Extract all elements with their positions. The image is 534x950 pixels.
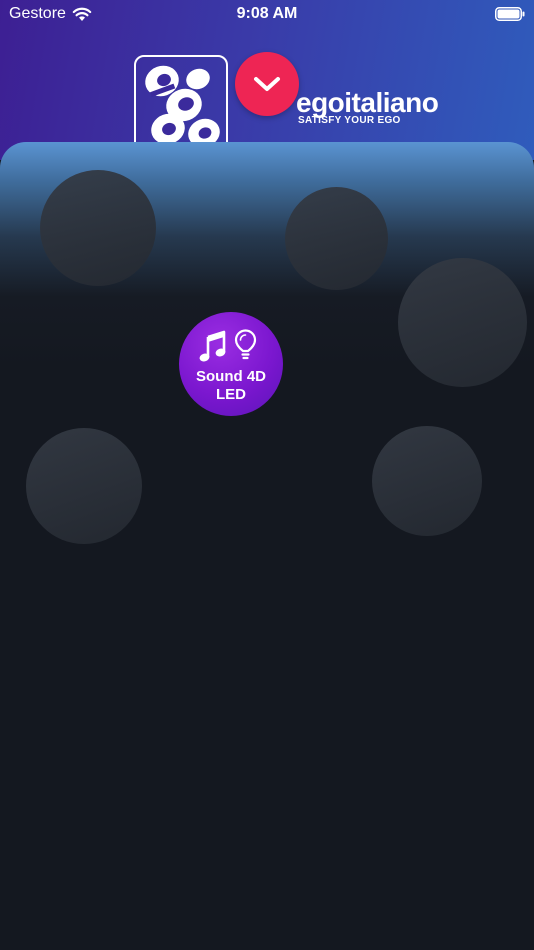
brand-tagline: SATISFY YOUR EGO bbox=[298, 115, 401, 126]
battery-icon bbox=[495, 7, 525, 21]
light-bulb-icon bbox=[234, 329, 257, 360]
empty-slot bbox=[40, 170, 156, 286]
collapse-button[interactable] bbox=[235, 52, 299, 116]
chevron-down-icon bbox=[254, 77, 280, 91]
empty-slot bbox=[372, 426, 482, 536]
status-bar: Gestore 9:08 AM bbox=[0, 0, 534, 28]
feature-label-line1: Sound 4D bbox=[196, 368, 266, 385]
features-sheet: Sound 4D LED bbox=[0, 142, 534, 950]
brand-logo bbox=[134, 55, 228, 155]
app-header: Gestore 9:08 AM egoitaliano SATISFY YOUR… bbox=[0, 0, 534, 160]
empty-slot bbox=[26, 428, 142, 544]
feature-label: Sound 4D LED bbox=[179, 368, 283, 404]
feature-label-line2: LED bbox=[216, 386, 246, 403]
empty-slot bbox=[285, 187, 388, 290]
music-note-icon bbox=[199, 330, 226, 362]
sound-4d-led-button[interactable]: Sound 4D LED bbox=[179, 312, 283, 416]
empty-slot bbox=[398, 258, 527, 387]
clock: 9:08 AM bbox=[236, 5, 298, 22]
ego-logo-mark bbox=[145, 65, 220, 148]
